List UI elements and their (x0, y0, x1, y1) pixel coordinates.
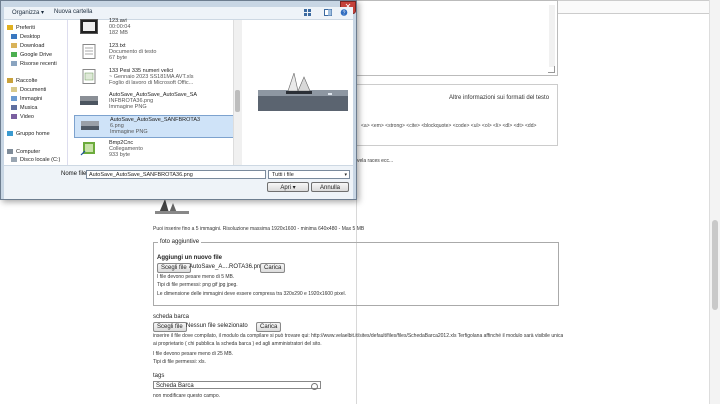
sheet-upload-button[interactable]: Carica (256, 322, 282, 332)
dimension-note: Le dimensione delle immagini deve essere… (157, 291, 347, 297)
image-file-icon (81, 121, 99, 130)
choose-file-button[interactable]: Scegli file (157, 263, 191, 273)
help-icon[interactable]: ? (340, 9, 348, 16)
textarea-scrollbar[interactable] (549, 5, 555, 67)
tags-input[interactable]: Scheda Barca (153, 381, 321, 390)
title-field-edge (558, 0, 718, 14)
sheet-title: scheda barca (153, 314, 190, 320)
open-button[interactable]: Apri ▾ (267, 182, 309, 192)
file-open-dialog: ✕ Organizza ▾ Nuova cartella ? Preferiti… (0, 0, 357, 200)
nav-item-download[interactable]: Download (11, 43, 44, 49)
upload-button[interactable]: Carica (260, 263, 286, 273)
navigation-pane: Preferiti Desktop Download Google Drive … (4, 20, 68, 165)
nav-item-disk-c[interactable]: Disco locale (C:) (11, 157, 60, 163)
recent-icon (11, 61, 17, 67)
file-type-select[interactable]: Tutti i file ▾ (268, 170, 350, 179)
list-item[interactable]: 123.avi 00:00:04 182 MB (74, 17, 238, 40)
file-list: 123.avi 00:00:04 182 MB 123.txt Document… (68, 17, 242, 165)
filename-input[interactable]: AutoSave_AutoSave_SANFBROTA36.png (86, 170, 266, 179)
photo-hint: Puoi inserire fino a 5 immagini. Risoluz… (153, 226, 365, 232)
nav-item-google-drive[interactable]: Google Drive (11, 52, 52, 58)
split-arrow-icon: ▾ (292, 185, 296, 191)
text-format-box (357, 84, 558, 146)
download-folder-icon (11, 43, 17, 49)
nav-item-musica[interactable]: Musica (11, 105, 37, 111)
size-note: I file devono pesare meno di 5 MB. (157, 274, 235, 280)
list-item[interactable]: Bmp2Cnc Collegamento 933 byte (74, 139, 238, 162)
nav-item-desktop[interactable]: Desktop (11, 34, 40, 40)
types-note: Tipi di file permessi: png gif jpg jpeg. (157, 282, 238, 288)
view-options-icon[interactable] (304, 9, 312, 16)
nav-item-preferiti[interactable]: Preferiti (7, 25, 35, 31)
disk-icon (11, 157, 17, 163)
sail-text: vela races ecc... (357, 158, 394, 164)
tags-note: non modificare questo campo. (153, 393, 220, 399)
nav-item-raccolte[interactable]: Raccolte (7, 78, 37, 84)
tags-value: Scheda Barca (156, 383, 194, 389)
homegroup-icon (7, 131, 13, 137)
list-item[interactable]: 133 Pesi 335 numeri velici ~ Gennaio 202… (74, 67, 238, 90)
image-preview (258, 73, 348, 111)
list-item[interactable]: 123.txt Documento di testo 67 byte (74, 42, 238, 65)
sheet-note: inserire il file dove compilato, il modu… (153, 333, 563, 339)
documents-icon (11, 87, 17, 93)
filename-label: Nome file: (61, 171, 89, 177)
computer-icon (7, 149, 13, 155)
organize-menu[interactable]: Organizza ▾ (12, 9, 44, 16)
list-item-selected[interactable]: AutoSave_AutoSave_SANFBROTA3 6.png Immag… (74, 115, 238, 138)
clear-icon[interactable] (311, 383, 318, 390)
chevron-down-icon: ▾ (344, 172, 347, 178)
cancel-button[interactable]: Annulla (311, 182, 349, 192)
sheet-note-2: ai proprietario ( chi pubblica la scheda… (153, 341, 322, 347)
nav-item-gruppo-home[interactable]: Gruppo home (7, 131, 50, 137)
add-file-title: Aggiungi un nuovo file (157, 255, 222, 261)
tags-title: tags (153, 373, 165, 379)
nav-item-documenti[interactable]: Documenti (11, 87, 46, 93)
file-list-scrollbar-thumb[interactable] (235, 90, 240, 112)
allowed-tags-text: <a> <em> <strong> <cite> <blockquote> <c… (361, 123, 537, 129)
new-folder-button[interactable]: Nuova cartella (54, 9, 92, 15)
sheet-choose-file-button[interactable]: Scegli file (153, 322, 187, 332)
page-scrollbar-thumb[interactable] (712, 220, 718, 310)
image-file-icon (80, 96, 98, 105)
resize-grip-icon[interactable] (548, 66, 555, 73)
list-item[interactable]: AutoSave_AutoSave_AutoSave_SA INFBROTA36… (74, 91, 238, 114)
svg-text:?: ? (343, 11, 346, 17)
sheet-no-file: Nessun file selezionato (186, 323, 248, 329)
video-file-icon (80, 19, 98, 34)
spreadsheet-file-icon (82, 69, 96, 84)
chosen-file-name: AutoSave_A....ROTA36.png (189, 264, 264, 270)
formats-link[interactable]: Altre informazioni sui formati del testo (449, 95, 549, 101)
shortcut-icon (80, 142, 95, 156)
preview-pane-icon[interactable] (324, 9, 332, 16)
nav-item-video[interactable]: Video (11, 114, 34, 120)
video-icon (11, 114, 17, 120)
star-icon (7, 25, 13, 31)
images-icon (11, 96, 17, 102)
nav-item-immagini[interactable]: Immagini (11, 96, 42, 102)
drive-icon (11, 52, 17, 58)
body-textarea[interactable] (357, 0, 558, 76)
sheet-types-note: Tipi di file permessi: xls. (153, 359, 206, 365)
nav-item-recent[interactable]: Risorse recenti (11, 61, 57, 67)
library-icon (7, 78, 13, 84)
sheet-size-note: I file devono pesare meno di 25 MB. (153, 351, 234, 357)
text-file-icon (82, 44, 96, 59)
nav-item-computer[interactable]: Computer (7, 149, 40, 155)
page-scrollbar[interactable] (709, 0, 720, 404)
music-icon (11, 105, 17, 111)
photos-legend: foto aggiuntive (158, 239, 202, 245)
file-list-scrollbar[interactable] (233, 20, 242, 165)
desktop-icon (11, 34, 17, 40)
